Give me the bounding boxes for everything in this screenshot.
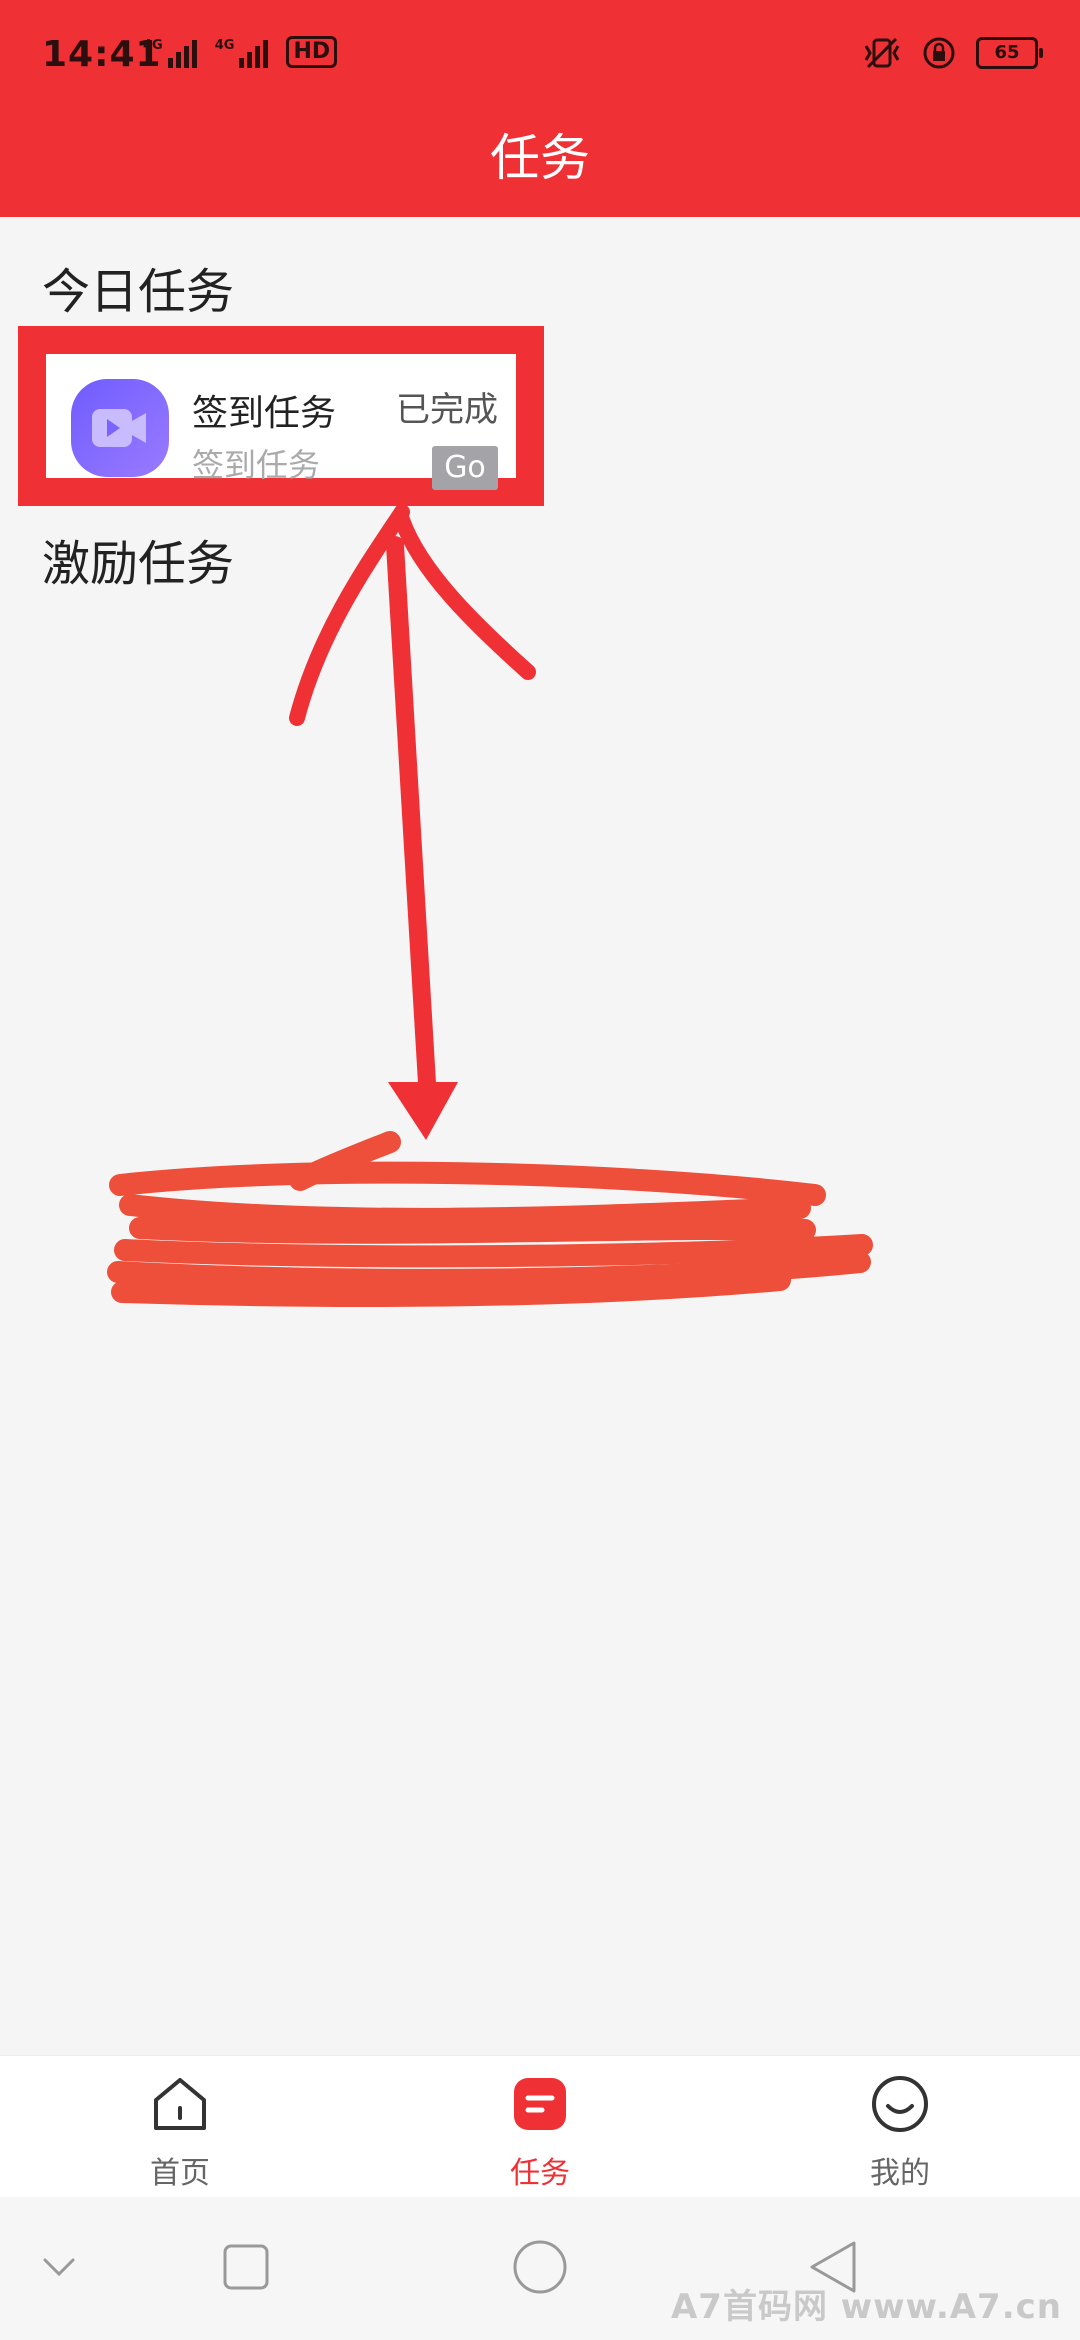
vibrate-icon <box>864 37 900 69</box>
recent-apps-icon[interactable] <box>222 2243 270 2291</box>
task-status: 已完成 <box>396 390 498 430</box>
bottom-tab-bar: 首页 任务 我的 <box>0 2055 1080 2198</box>
tab-home-label: 首页 <box>150 2156 210 2191</box>
task-icon <box>514 2078 566 2130</box>
profile-smile-icon <box>872 2076 928 2132</box>
page-title: 任务 <box>490 129 590 187</box>
task-name: 签到任务 <box>192 393 337 434</box>
chevron-down-icon[interactable] <box>42 2255 76 2279</box>
tab-home[interactable]: 首页 <box>100 2074 260 2192</box>
section-title-incentive: 激励任务 <box>42 536 235 592</box>
signal-strength-icon: 4G <box>215 38 269 68</box>
home-circle-icon[interactable] <box>512 2239 568 2295</box>
video-play-icon <box>71 379 169 477</box>
hd-voice-icon: HD <box>286 36 338 68</box>
signal-strength-icon: 4G <box>143 38 197 68</box>
section-title-today: 今日任务 <box>42 264 235 320</box>
system-nav-bar: A7首码网 www.A7.cn <box>0 2197 1080 2340</box>
tab-task-label: 任务 <box>510 2156 570 2191</box>
battery-icon: 65 <box>976 37 1043 69</box>
home-icon <box>154 2078 206 2130</box>
status-right-icons: 65 <box>862 36 1043 70</box>
highlight-box: 签到任务 签到任务 已完成 Go <box>18 326 544 506</box>
signal-indicators: 4G 4G HD <box>143 36 338 68</box>
task-card[interactable]: 签到任务 签到任务 已完成 Go <box>46 354 516 490</box>
tab-profile[interactable]: 我的 <box>820 2074 980 2192</box>
task-subtitle: 签到任务 <box>192 446 321 484</box>
tab-profile-label: 我的 <box>870 2156 930 2191</box>
go-button[interactable]: Go <box>432 446 498 490</box>
app-header: 14:41 4G 4G HD 65 任务 <box>0 0 1080 217</box>
watermark: A7首码网 www.A7.cn <box>670 2287 1062 2327</box>
tab-task[interactable]: 任务 <box>460 2074 620 2192</box>
rotation-lock-icon <box>923 37 955 69</box>
